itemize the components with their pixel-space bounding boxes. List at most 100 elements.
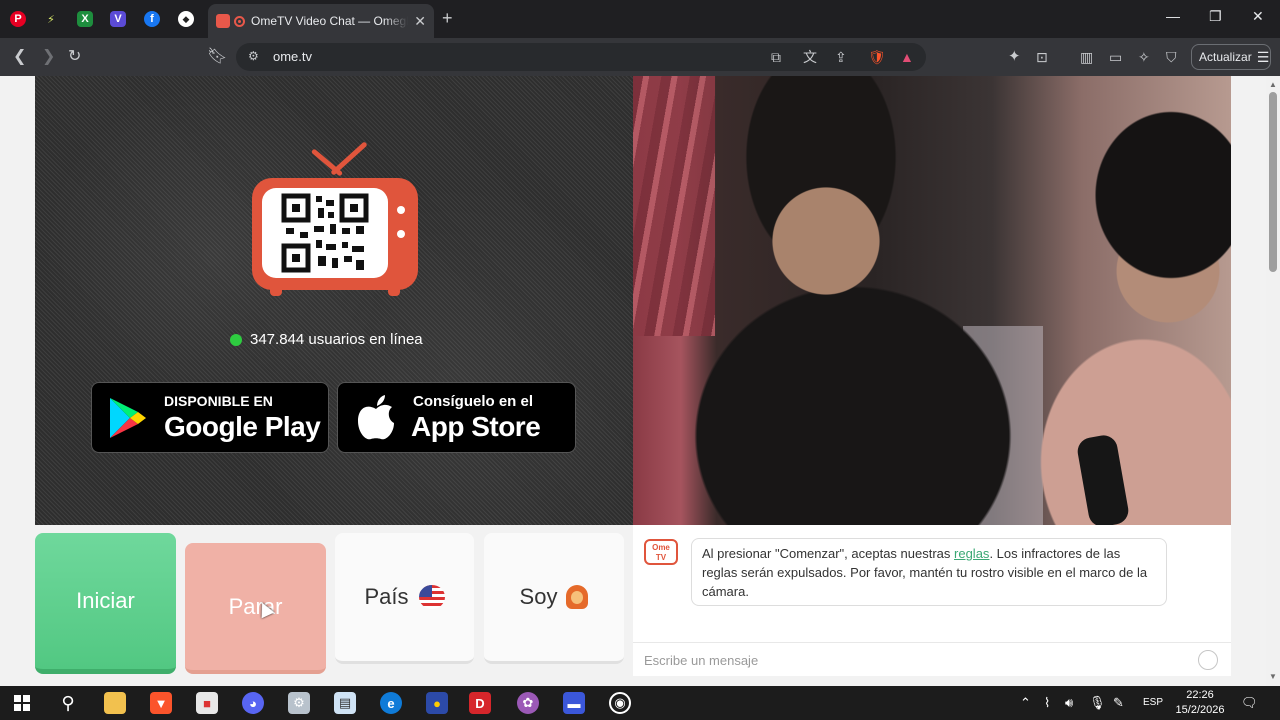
recording-icon [234,15,245,27]
pinned-tab-vpn[interactable]: V [105,7,131,31]
diamond-icon: ◆ [178,11,194,27]
wifi-icon[interactable]: ⌇ [1044,695,1050,711]
online-dot-icon [230,333,242,346]
back-icon[interactable]: ❮ [13,47,26,67]
translate-icon[interactable]: 文 [803,47,817,67]
monitor-app-icon[interactable]: ▬ [563,692,585,714]
d-app-icon[interactable]: D [469,692,491,714]
chat-input[interactable]: Escribe un mensaje [633,642,1231,676]
page-content: 347.844 usuarios en línea DISPONIBLE EN … [0,76,1266,686]
site-settings-icon[interactable]: ⚙ [248,49,259,63]
edge-icon[interactable]: e [380,692,402,714]
gender-button[interactable]: Soy [484,533,624,664]
start-button[interactable]: Iniciar [35,533,176,674]
volume-icon[interactable]: 🔊︎ [1065,695,1073,711]
leo-ai-icon[interactable]: ✧ [1138,47,1150,67]
notepad-icon[interactable]: ▤ [334,692,356,714]
extensions-icon[interactable]: ✦ [1008,47,1021,67]
pinned-tab-bolt[interactable]: ⚡ [38,7,64,31]
brave-shields-icon[interactable]: 🛡︎ [868,47,886,67]
pinned-tab-diamond[interactable]: ◆ [173,7,199,31]
file-explorer-icon[interactable] [104,692,126,714]
qr-code-icon[interactable] [262,188,388,278]
person-2-hair [1061,96,1231,316]
pinterest-icon: P [10,11,26,27]
pinned-tab-pinterest[interactable]: P [5,7,31,31]
browser-toolbar: ❮ ❯ ↻ 🔖︎ ⚙ ome.tv ⧉ 文 ⇪ 🛡︎ ▲ ✦ ⊡ ▥ ▭ ✧ ⛉… [0,38,1280,76]
wallet-icon[interactable]: ▭ [1109,47,1122,67]
close-window-icon[interactable]: ✕ [1252,8,1264,25]
pinned-tab-facebook[interactable]: f [139,7,165,31]
pinned-tab-sheets[interactable]: X [72,7,98,31]
obs-icon[interactable]: ◉ [609,692,631,714]
menu-icon: ☰ [1256,48,1270,65]
forward-icon[interactable]: ❯ [42,47,55,67]
remote-video-panel [633,76,1231,525]
app-store-line2: App Store [411,411,541,442]
person-1-face [751,166,901,316]
minimize-icon[interactable]: — [1166,8,1180,24]
chat-input-placeholder: Escribe un mensaje [644,653,759,668]
country-label: País [364,584,409,609]
share-icon[interactable]: ⇪ [835,47,847,67]
settings-app-icon[interactable]: ⚙ [288,692,310,714]
bookmark-icon[interactable]: 🔖︎ [207,47,227,67]
sidebar-icon[interactable]: ▥ [1080,47,1093,67]
message-prefix: Al presionar "Comenzar", aceptas nuestra… [702,546,955,561]
active-tab[interactable]: OmeTV Video Chat — Omegle ✕ [208,4,434,38]
close-tab-icon[interactable]: ✕ [414,13,426,30]
brave-rewards-icon[interactable]: ▲ [900,47,914,67]
page-scrollbar[interactable]: ▲ ▼ [1266,76,1280,686]
scroll-down-icon[interactable]: ▼ [1269,672,1277,681]
local-video-panel: 347.844 usuarios en línea DISPONIBLE EN … [35,76,633,525]
notifications-icon[interactable]: 🗨︎ [1241,695,1258,711]
windows-start-icon[interactable] [11,692,33,714]
google-play-line1: DISPONIBLE EN [164,393,273,409]
pen-icon[interactable]: ✎ [1113,695,1124,711]
google-play-badge[interactable]: DISPONIBLE EN Google Play [91,382,329,453]
screenshot-icon[interactable]: ⊡ [1036,47,1048,67]
scroll-up-icon[interactable]: ▲ [1269,80,1277,89]
apple-icon [358,395,394,440]
brave-icon[interactable]: ▼ [150,692,172,714]
app-store-line1: Consíguelo en el [413,393,534,410]
tray-overflow-icon[interactable]: ⌃ [1020,695,1031,711]
bolt-icon: ⚡ [47,13,55,26]
vpn-icon: V [110,11,126,27]
new-tab-button[interactable]: + [442,8,453,29]
taskbar-clock[interactable]: 22:26 15/2/2026 [1172,686,1228,720]
language-indicator[interactable]: ESP [1143,697,1163,708]
search-icon[interactable]: ⚲ [57,692,79,714]
sheets-icon: X [77,11,93,27]
restore-icon[interactable]: ❐ [1209,8,1222,25]
ometv-logo-icon [252,141,418,298]
ometv-avatar: Ome TV [644,539,678,565]
stop-button[interactable]: Parar [185,543,326,674]
reload-icon[interactable]: ↻ [68,47,81,67]
online-users-indicator: 347.844 usuarios en línea [230,331,423,348]
discord-icon[interactable]: ◕ [242,692,264,714]
clock-time: 22:26 [1186,689,1214,701]
game-icon[interactable]: ● [426,692,448,714]
ometv-favicon [216,14,230,28]
google-play-line2: Google Play [164,411,321,442]
color-app-icon[interactable]: ✿ [517,692,539,714]
microphone-icon[interactable]: 🎙︎ [1089,695,1106,711]
online-users-count: 347.844 usuarios en línea [250,331,423,348]
scrollbar-thumb[interactable] [1269,92,1277,272]
system-message: Al presionar "Comenzar", aceptas nuestra… [691,538,1167,606]
emoji-icon[interactable] [1198,650,1218,670]
app-store-badge[interactable]: Consíguelo en el App Store [337,382,576,453]
open-in-app-icon[interactable]: ⧉ [771,47,781,67]
url-text: ome.tv [273,49,313,64]
clock-date: 15/2/2026 [1175,704,1225,716]
tab-strip: P ⚡ X V f ◆ OmeTV Video Chat — Omegle ✕ … [0,0,1280,38]
woman-emoji-icon [566,585,589,609]
app-icon[interactable]: ■ [196,692,218,714]
address-bar[interactable]: ⚙ ome.tv [236,43,926,71]
update-button[interactable]: Actualizar ☰ [1191,44,1271,70]
rules-link[interactable]: reglas [954,546,989,561]
facebook-icon: f [144,11,160,27]
vpn-shield-icon[interactable]: ⛉ [1166,47,1177,67]
country-button[interactable]: País [335,533,474,664]
